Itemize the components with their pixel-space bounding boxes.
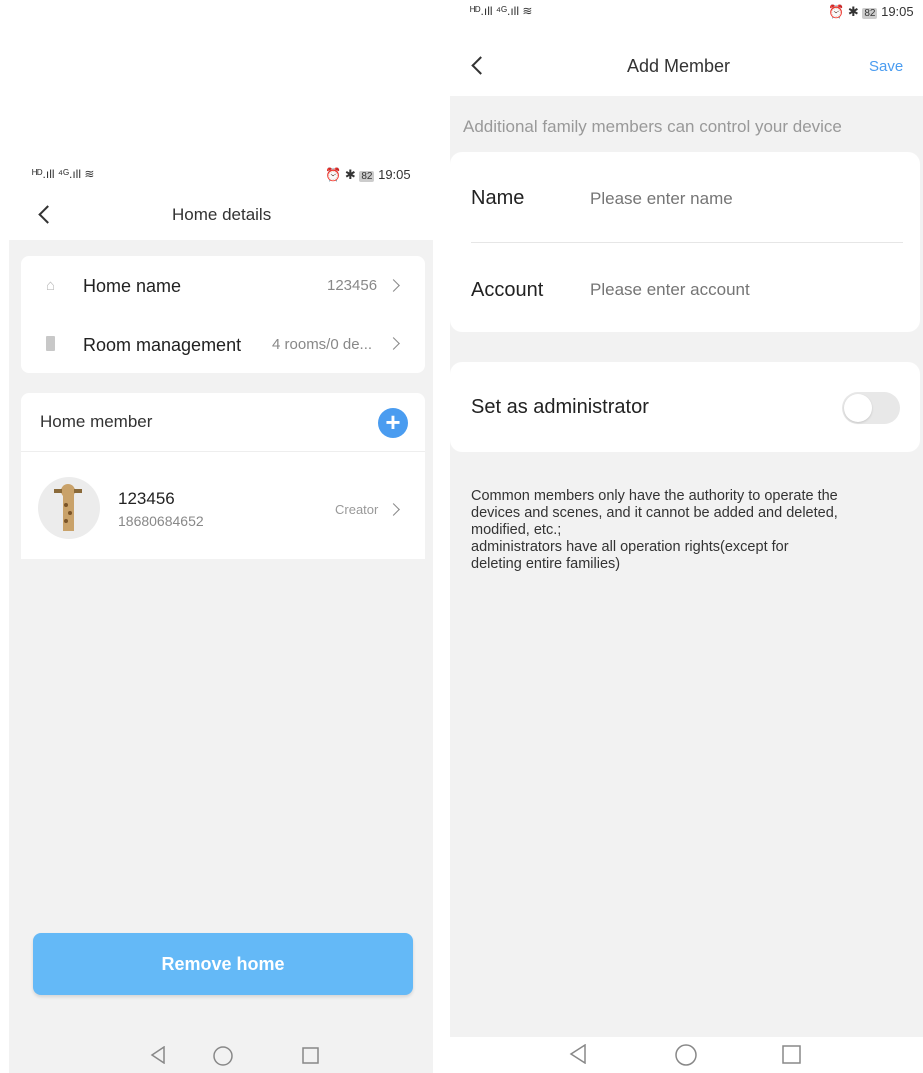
door-icon (46, 336, 55, 351)
nav-back-icon[interactable] (569, 1044, 587, 1064)
admin-toggle[interactable] (842, 392, 900, 424)
note-line: Common members only have the authority t… (471, 488, 838, 504)
divider (471, 242, 903, 243)
remove-home-button[interactable]: Remove home (33, 933, 413, 995)
avatar (38, 477, 100, 539)
divider (21, 451, 425, 452)
alarm-icon: ⏰ (325, 167, 342, 182)
room-management-value: 4 rooms/0 de... (272, 336, 373, 353)
note-line: modified, etc.; (471, 522, 562, 538)
nav-home-icon[interactable] (212, 1045, 234, 1067)
note-line: devices and scenes, and it cannot be add… (471, 505, 838, 521)
battery-icon: 82 (862, 8, 878, 19)
home-name-value: 123456 (327, 277, 378, 294)
bluetooth-icon: ✱ (847, 4, 859, 19)
back-icon[interactable] (38, 205, 57, 224)
member-name: 123456 (118, 489, 175, 508)
account-input[interactable] (590, 275, 890, 305)
alarm-icon: ⏰ (828, 4, 845, 19)
status-right: ⏰ ✱ 82 19:05 (828, 4, 914, 20)
status-right: ⏰ ✱ 82 19:05 (325, 167, 411, 183)
member-role: Creator (335, 502, 379, 517)
nav-home-icon[interactable] (674, 1043, 698, 1067)
remove-home-label: Remove home (161, 954, 285, 974)
status-time: 19:05 (881, 4, 914, 19)
home-member-title: Home member (40, 412, 153, 431)
member-phone: 18680684652 (118, 513, 204, 529)
back-icon[interactable] (471, 56, 490, 75)
note-line: administrators have all operation rights… (471, 539, 789, 555)
bluetooth-icon: ✱ (344, 167, 356, 182)
battery-icon: 82 (359, 171, 375, 182)
status-signal-icons: ᴴᴰ.ıll ⁴ᴳ.ıll ≋ (470, 4, 533, 18)
home-name-label: Home name (83, 276, 182, 296)
status-time: 19:05 (378, 167, 411, 182)
account-label: Account (471, 279, 544, 301)
admin-note: Common members only have the authority t… (471, 488, 838, 573)
subtitle: Additional family members can control yo… (463, 117, 842, 136)
nav-recents-icon[interactable] (782, 1045, 802, 1065)
admin-label: Set as administrator (471, 396, 649, 418)
name-label: Name (471, 187, 525, 209)
status-signal-icons: ᴴᴰ.ıll ⁴ᴳ.ıll ≋ (32, 167, 95, 181)
save-button[interactable]: Save (869, 58, 903, 75)
nav-recents-icon[interactable] (302, 1047, 320, 1065)
toggle-knob (844, 394, 872, 422)
name-input[interactable] (590, 184, 890, 214)
add-member-icon[interactable]: + (378, 408, 408, 438)
room-management-label: Room management (83, 335, 242, 355)
page-title: Home details (172, 205, 272, 224)
note-line: deleting entire families) (471, 556, 621, 572)
home-icon: ⌂ (46, 277, 56, 294)
page-title: Add Member (627, 56, 731, 76)
nav-back-icon[interactable] (150, 1046, 166, 1064)
